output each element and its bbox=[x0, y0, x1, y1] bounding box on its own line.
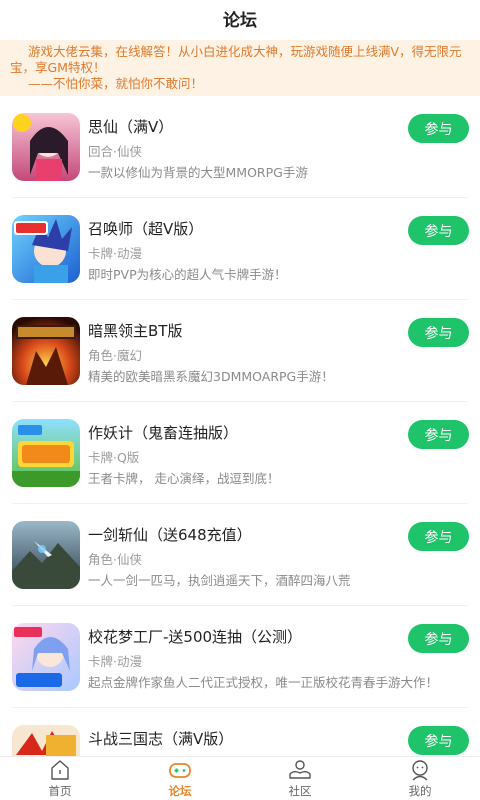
notice-slogan: ——不怕你菜，就怕你不敢问！ bbox=[28, 76, 204, 91]
game-thumbnail bbox=[12, 419, 80, 487]
game-description: 起点金牌作家鱼人二代正式授权，唯一正版校花青春手游大作！ bbox=[88, 675, 439, 690]
list-item[interactable]: 召唤师（超V版） 卡牌·动漫 即时PVP为核心的超人气卡牌手游！ 参与 bbox=[0, 198, 480, 300]
list-item[interactable]: 校花梦工厂-送500连抽（公测） 卡牌·动漫 起点金牌作家鱼人二代正式授权，唯一… bbox=[0, 606, 480, 708]
tab-label: 我的 bbox=[408, 784, 432, 798]
game-thumbnail bbox=[12, 521, 80, 589]
tab-label: 首页 bbox=[48, 784, 72, 798]
tab-home[interactable]: 首页 bbox=[0, 757, 120, 800]
join-button[interactable]: 参与 bbox=[408, 216, 469, 245]
game-category: 角色·仙侠 bbox=[88, 552, 142, 567]
game-category: 角色·魔幻 bbox=[88, 348, 142, 363]
game-thumbnail bbox=[12, 623, 80, 691]
game-category: 卡牌·动漫 bbox=[88, 654, 142, 669]
profile-icon bbox=[408, 759, 432, 781]
gamepad-icon bbox=[168, 759, 192, 781]
game-title: 暗黑领主BT版 bbox=[88, 322, 183, 340]
game-title: 召唤师（超V版） bbox=[88, 220, 204, 238]
tab-label: 论坛 bbox=[168, 784, 192, 798]
game-description: 即时PVP为核心的超人气卡牌手游！ bbox=[88, 267, 287, 282]
game-thumbnail bbox=[12, 113, 80, 181]
notice-banner: 游戏大佬云集，在线解答！从小白进化成大神，玩游戏随便上线满V，得无限元宝，享GM… bbox=[0, 40, 480, 96]
game-thumbnail bbox=[12, 725, 80, 756]
join-button[interactable]: 参与 bbox=[408, 114, 469, 143]
game-title: 思仙（满V） bbox=[88, 118, 174, 136]
join-button[interactable]: 参与 bbox=[408, 318, 469, 347]
tab-label: 社区 bbox=[288, 784, 312, 798]
page-title: 论坛 bbox=[223, 10, 257, 31]
join-button[interactable]: 参与 bbox=[408, 726, 469, 755]
bottom-tab-bar: 首页 论坛 社区 我的 bbox=[0, 756, 480, 800]
home-icon bbox=[48, 759, 72, 781]
game-category: 回合·仙侠 bbox=[88, 144, 142, 159]
game-description: 精美的欧美暗黑系魔幻3DMMOARPG手游！ bbox=[88, 369, 334, 384]
game-title: 作妖计（鬼畜连抽版） bbox=[88, 424, 239, 442]
tab-profile[interactable]: 我的 bbox=[360, 757, 480, 800]
game-category: 卡牌·Q版 bbox=[88, 450, 140, 465]
game-title: 校花梦工厂-送500连抽（公测） bbox=[88, 628, 303, 646]
join-button[interactable]: 参与 bbox=[408, 522, 469, 551]
game-description: 一人一剑一匹马，执剑逍遥天下，酒醉四海八荒 bbox=[88, 573, 351, 588]
tab-forum[interactable]: 论坛 bbox=[120, 757, 240, 800]
list-item[interactable]: 一剑斩仙（送648充值） 角色·仙侠 一人一剑一匹马，执剑逍遥天下，酒醉四海八荒… bbox=[0, 504, 480, 606]
game-title: 斗战三国志（满V版） bbox=[88, 730, 234, 748]
game-description: 一款以修仙为背景的大型MMORPG手游 bbox=[88, 165, 308, 180]
community-icon bbox=[288, 759, 312, 781]
game-title: 一剑斩仙（送648充值） bbox=[88, 526, 252, 544]
game-thumbnail bbox=[12, 215, 80, 283]
game-thumbnail bbox=[12, 317, 80, 385]
list-item[interactable]: 暗黑领主BT版 角色·魔幻 精美的欧美暗黑系魔幻3DMMOARPG手游！ 参与 bbox=[0, 300, 480, 402]
list-item[interactable]: 斗战三国志（满V版） 参与 bbox=[0, 708, 480, 756]
game-category: 卡牌·动漫 bbox=[88, 246, 142, 261]
game-list: 思仙（满V） 回合·仙侠 一款以修仙为背景的大型MMORPG手游 参与 召唤师（… bbox=[0, 96, 480, 756]
game-description: 王者卡牌， 走心演绎，战逗到底！ bbox=[88, 471, 280, 486]
join-button[interactable]: 参与 bbox=[408, 420, 469, 449]
notice-text: 游戏大佬云集，在线解答！从小白进化成大神，玩游戏随便上线满V，得无限元宝，享GM… bbox=[10, 44, 462, 75]
list-item[interactable]: 作妖计（鬼畜连抽版） 卡牌·Q版 王者卡牌， 走心演绎，战逗到底！ 参与 bbox=[0, 402, 480, 504]
tab-community[interactable]: 社区 bbox=[240, 757, 360, 800]
top-bar: 论坛 bbox=[0, 0, 480, 36]
list-item[interactable]: 思仙（满V） 回合·仙侠 一款以修仙为背景的大型MMORPG手游 参与 bbox=[0, 96, 480, 198]
join-button[interactable]: 参与 bbox=[408, 624, 469, 653]
